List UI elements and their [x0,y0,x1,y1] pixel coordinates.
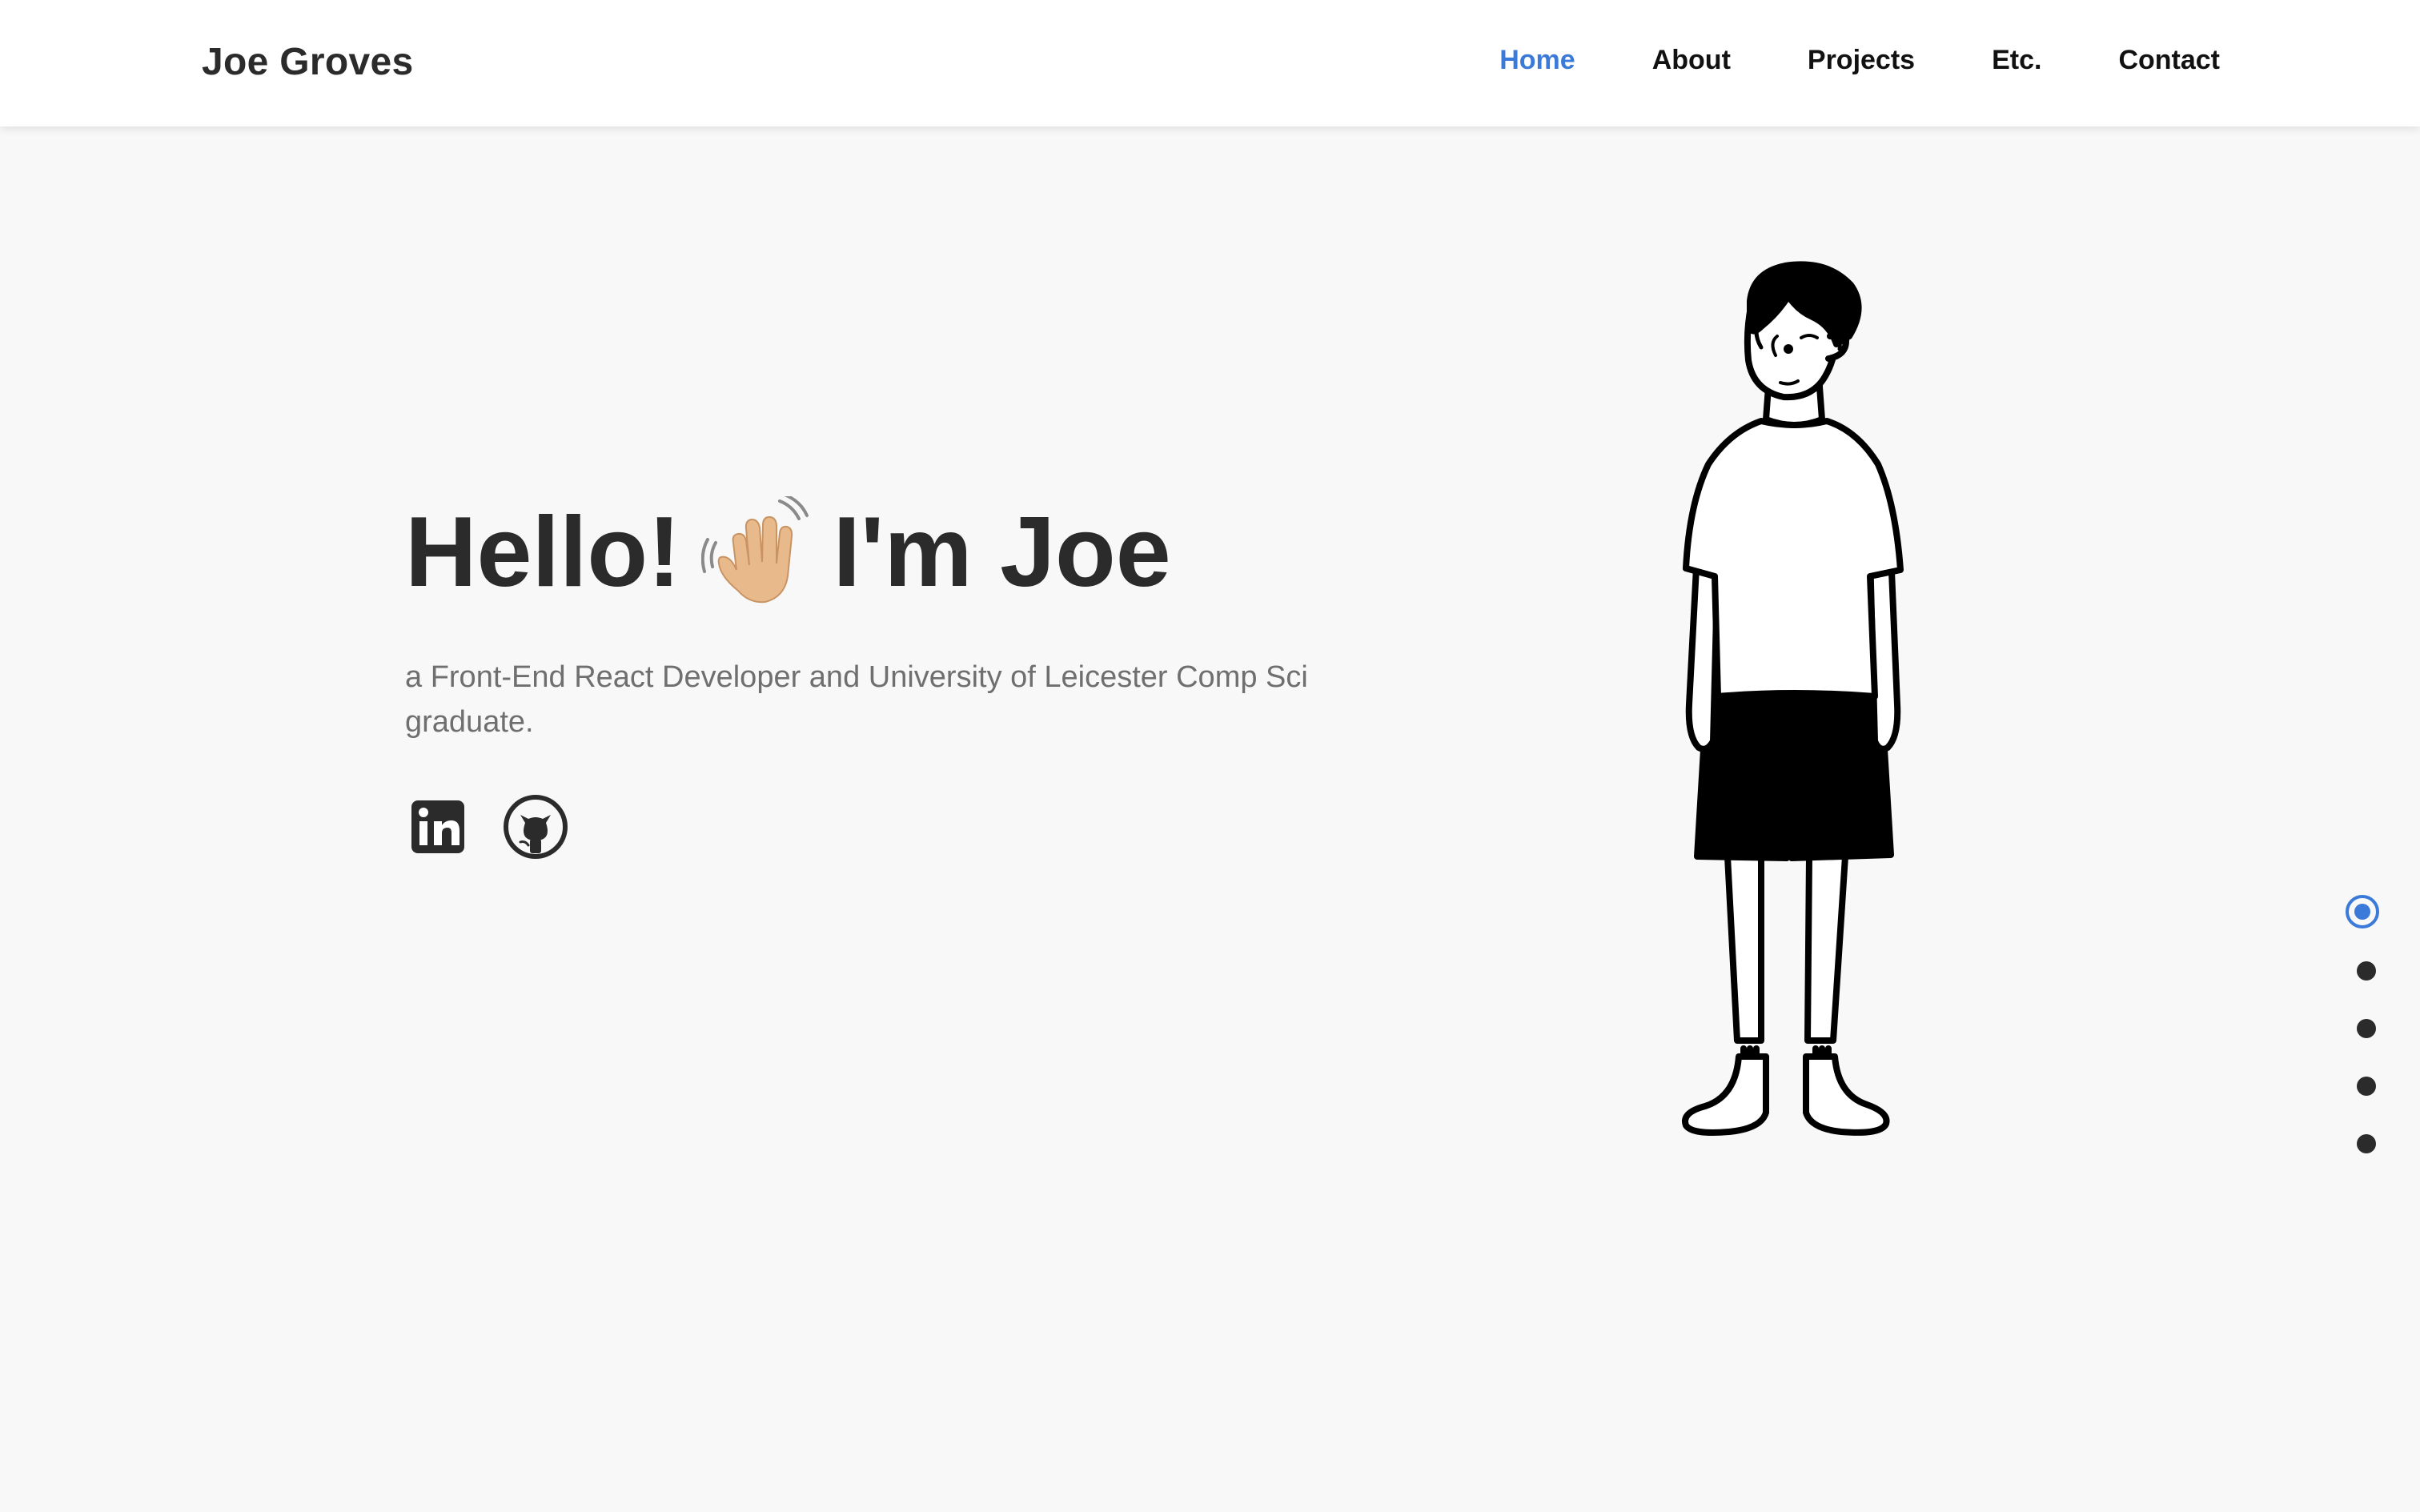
hero-greeting: Hello! [405,497,681,608]
cartoon-person-illustration [1682,261,1904,1136]
section-dots [2346,895,2386,1167]
github-icon[interactable] [503,794,568,860]
site-header: Joe Groves Home About Projects Etc. Cont… [0,0,2420,126]
section-dot-3[interactable] [2357,1019,2376,1038]
nav-etc-link[interactable]: Etc. [1992,45,2041,76]
nav-projects-link[interactable]: Projects [1808,45,1915,76]
section-dot-5[interactable] [2357,1134,2376,1153]
nav-about-link[interactable]: About [1652,45,1731,76]
hero-section: Hello! I'm Joe a Front-End React Develop… [405,496,1446,860]
hero-name: I'm Joe [833,497,1171,608]
waving-hand-icon [701,496,809,604]
section-dot-2[interactable] [2357,961,2376,981]
hero-subtitle: a Front-End React Developer and Universi… [405,660,1308,739]
nav-home-link[interactable]: Home [1499,45,1575,76]
social-links [405,794,1446,860]
main-nav: Home About Projects Etc. Contact [1499,45,2220,76]
hero-title: Hello! I'm Joe [405,496,1446,608]
site-logo[interactable]: Joe Groves [202,40,413,84]
section-dot-1[interactable] [2346,895,2379,928]
linkedin-icon[interactable] [405,794,471,860]
section-dot-4[interactable] [2357,1077,2376,1096]
nav-contact-link[interactable]: Contact [2118,45,2220,76]
